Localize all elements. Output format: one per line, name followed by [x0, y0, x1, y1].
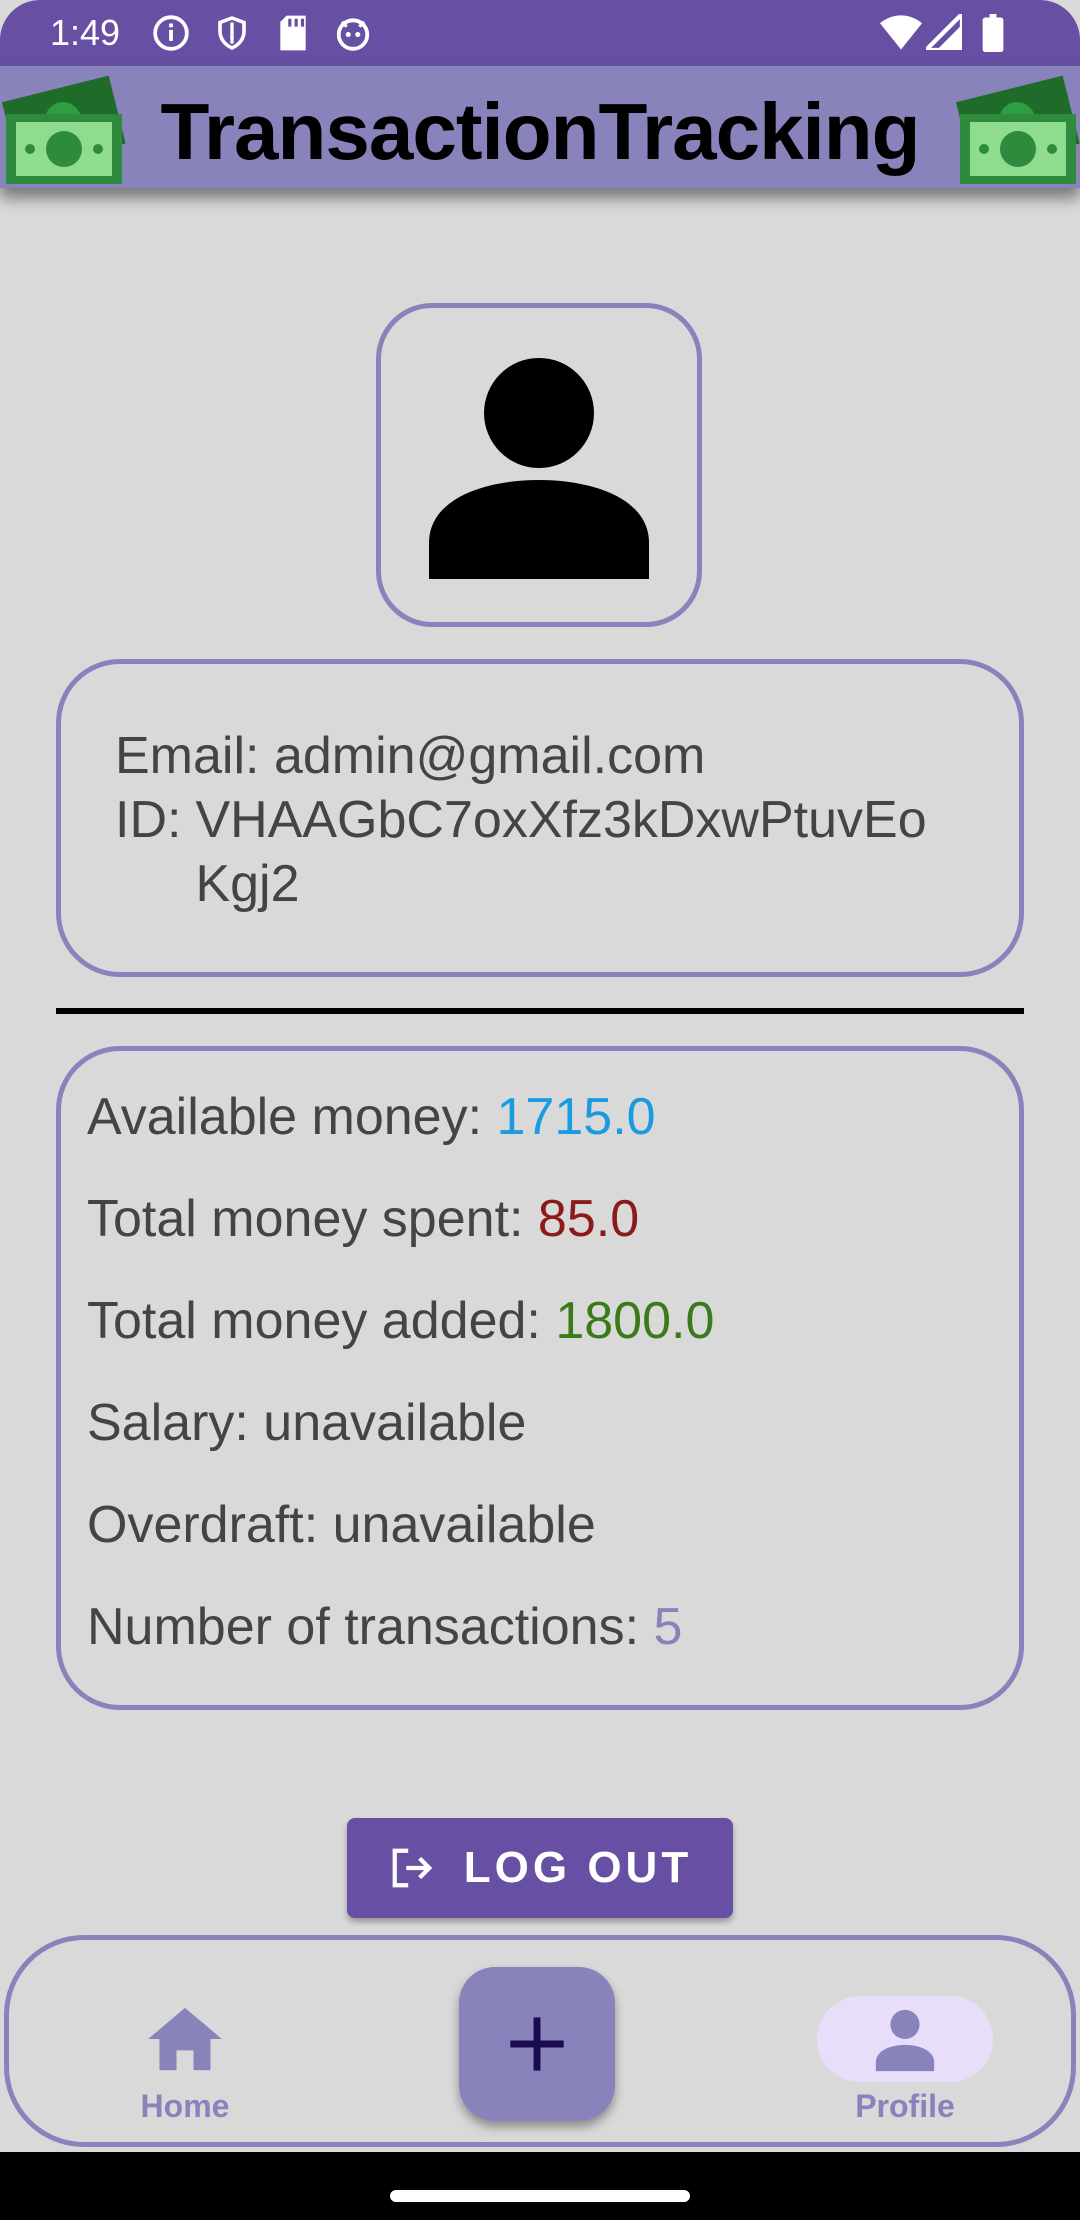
transactions-label: Number of transactions:: [87, 1598, 640, 1656]
money-spent-value: 85.0: [537, 1190, 640, 1248]
available-money-row: Available money: 1715.0: [87, 1087, 1019, 1189]
person-icon: [429, 358, 649, 579]
nav-profile[interactable]: Profile: [815, 1996, 995, 2125]
money-spent-row: Total money spent: 85.0: [87, 1189, 1019, 1291]
email-label: Email:: [115, 727, 260, 785]
status-time: 1:49: [50, 12, 121, 53]
salary-row: Salary: unavailable: [87, 1393, 1019, 1495]
signal-icon: [926, 14, 962, 50]
app-bar: TransactionTracking: [0, 66, 1080, 188]
nav-profile-label: Profile: [855, 2088, 955, 2124]
status-bar: 1:49: [0, 0, 1080, 66]
id-value: VHAAGbC7oxXfz3kDxwPtuvEoKgj2: [195, 791, 927, 913]
shield-icon: [218, 16, 246, 50]
account-info-card: Email: admin@gmail.com ID: VHAAGbC7oxXfz…: [56, 659, 1024, 977]
info-icon: [153, 15, 189, 51]
battery-icon: [982, 14, 1004, 52]
overdraft-value: unavailable: [332, 1496, 596, 1554]
salary-value: unavailable: [263, 1394, 527, 1452]
system-nav-bar: [0, 2152, 1080, 2220]
app-title: TransactionTracking: [160, 87, 920, 176]
add-transaction-button[interactable]: [459, 1967, 615, 2121]
id-label: ID:: [115, 791, 182, 849]
home-indicator[interactable]: [390, 2190, 690, 2202]
profile-icon: [875, 2009, 935, 2072]
sd-card-icon: [280, 15, 306, 51]
transactions-row: Number of transactions: 5: [87, 1597, 1019, 1699]
logout-label: LOG OUT: [463, 1843, 693, 1892]
money-added-row: Total money added: 1800.0: [87, 1291, 1019, 1393]
logout-button[interactable]: LOG OUT: [347, 1818, 733, 1918]
home-icon: [148, 2007, 222, 2071]
money-added-value: 1800.0: [555, 1292, 715, 1350]
overdraft-label: Overdraft:: [87, 1496, 319, 1554]
salary-label: Salary:: [87, 1394, 249, 1452]
android-icon: [336, 18, 370, 51]
logout-icon: [392, 1848, 433, 1888]
money-spent-label: Total money spent:: [87, 1190, 524, 1248]
id-row: ID: VHAAGbC7oxXfz3kDxwPtuvEoKgj2: [115, 788, 1019, 916]
nav-home[interactable]: Home: [95, 1996, 275, 2125]
wifi-icon: [880, 15, 922, 50]
available-money-label: Available money:: [87, 1088, 483, 1146]
available-money-value: 1715.0: [496, 1088, 656, 1146]
nav-home-label: Home: [140, 2088, 230, 2124]
email-value: admin@gmail.com: [273, 727, 706, 785]
avatar[interactable]: [376, 303, 702, 627]
plus-icon: [510, 2017, 564, 2071]
email-row: Email: admin@gmail.com: [115, 724, 1019, 788]
overdraft-row: Overdraft: unavailable: [87, 1495, 1019, 1597]
money-icon: [956, 75, 1080, 184]
divider: [56, 1008, 1024, 1014]
stats-card: Available money: 1715.0 Total money spen…: [56, 1046, 1024, 1710]
money-added-label: Total money added:: [87, 1292, 541, 1350]
transactions-value: 5: [653, 1598, 683, 1656]
